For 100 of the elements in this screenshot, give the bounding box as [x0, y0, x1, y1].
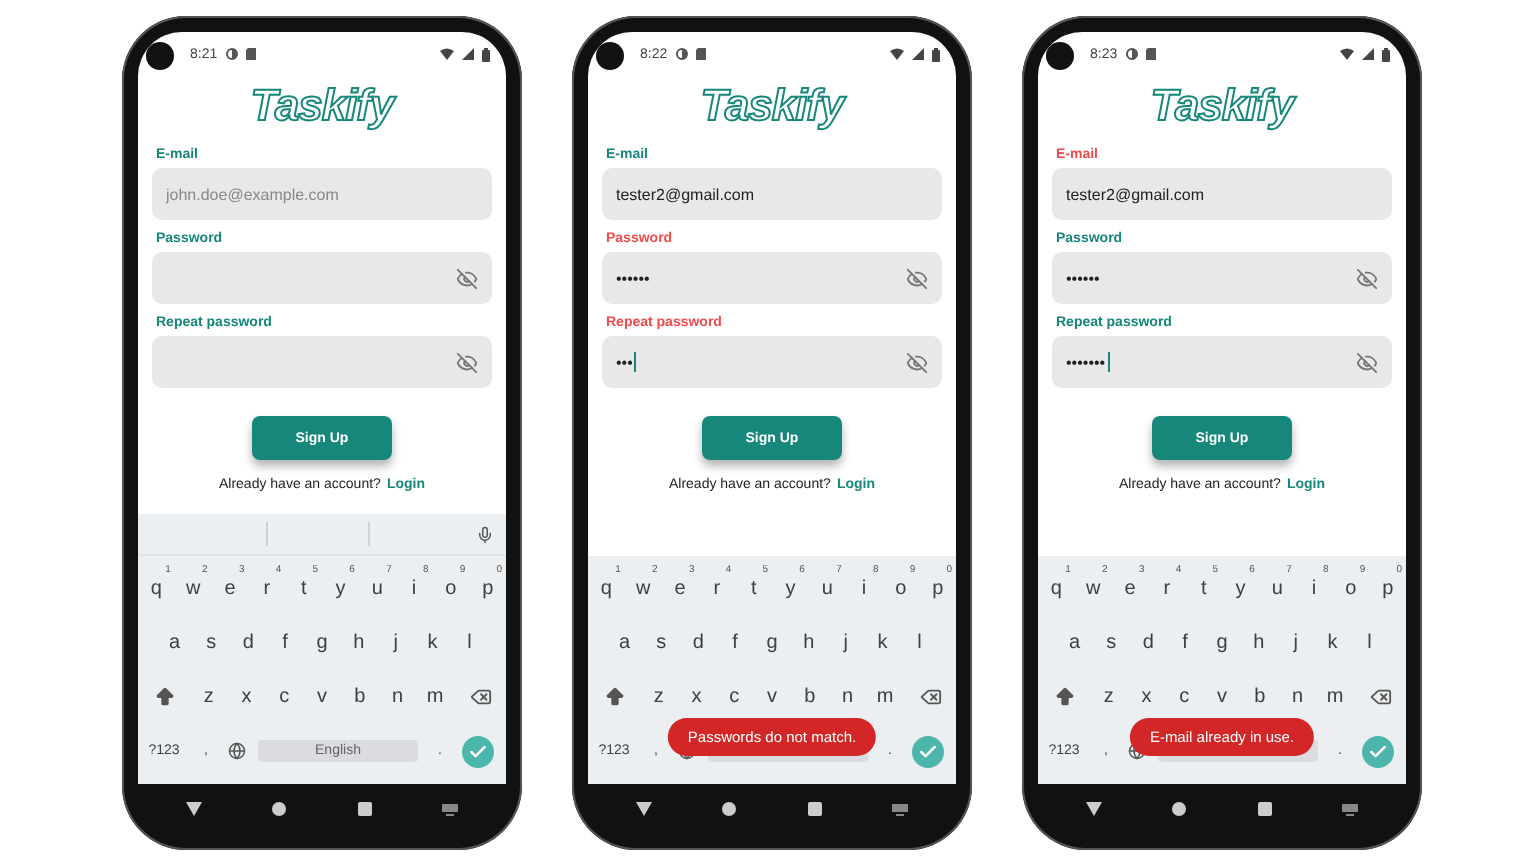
- keyboard-key[interactable]: x: [1127, 670, 1166, 724]
- eye-off-icon[interactable]: [906, 351, 928, 373]
- eye-off-icon[interactable]: [456, 267, 478, 289]
- keyboard-key[interactable]: m: [416, 670, 455, 724]
- keyboard-key[interactable]: l: [901, 616, 938, 670]
- sd-card-icon: [245, 48, 256, 60]
- keyboard-key[interactable]: n: [828, 670, 867, 724]
- password-field[interactable]: ••••••: [602, 252, 942, 304]
- keyboard-key[interactable]: j: [827, 616, 865, 670]
- keyboard-key[interactable]: s: [642, 616, 680, 670]
- signal-icon: [912, 48, 924, 60]
- keyboard-icon[interactable]: [1342, 803, 1359, 815]
- password-field[interactable]: •••••••: [1052, 336, 1392, 388]
- sd-card-icon: [695, 48, 706, 60]
- keyboard-key[interactable]: v: [303, 670, 341, 724]
- keyboard-key[interactable]: b: [1240, 670, 1279, 724]
- keyboard-key[interactable]: a: [1056, 616, 1093, 670]
- back-icon[interactable]: [185, 802, 202, 816]
- keyboard-key[interactable]: j: [377, 616, 415, 670]
- keyboard-key[interactable]: g: [1203, 616, 1241, 670]
- battery-icon: [1382, 47, 1390, 61]
- wifi-icon: [440, 48, 454, 60]
- email-field[interactable]: tester2@gmail.com: [602, 168, 942, 220]
- keyboard-key[interactable]: v: [753, 670, 791, 724]
- globe-icon[interactable]: [227, 742, 245, 760]
- password-field[interactable]: •••: [602, 336, 942, 388]
- eye-off-icon[interactable]: [906, 267, 928, 289]
- app-logo: Taskify: [250, 80, 394, 132]
- keyboard-key[interactable]: k: [1314, 616, 1351, 670]
- keyboard-key[interactable]: m: [866, 670, 905, 724]
- keyboard-key[interactable]: g: [303, 616, 341, 670]
- keyboard-icon[interactable]: [892, 803, 909, 815]
- signal-icon: [462, 48, 474, 60]
- battery-icon: [932, 47, 940, 61]
- back-icon[interactable]: [1085, 802, 1102, 816]
- microphone-icon[interactable]: [476, 525, 494, 543]
- keyboard-key[interactable]: s: [1092, 616, 1130, 670]
- keyboard-key[interactable]: b: [340, 670, 379, 724]
- keyboard-key[interactable]: l: [451, 616, 488, 670]
- backspace-icon[interactable]: [469, 686, 492, 708]
- recents-icon[interactable]: [357, 802, 372, 816]
- shift-icon[interactable]: [603, 686, 625, 708]
- circle-half-icon: [1125, 48, 1138, 60]
- keyboard-key[interactable]: b: [790, 670, 829, 724]
- keyboard-key[interactable]: h: [340, 616, 378, 670]
- keyboard-key[interactable]: x: [677, 670, 716, 724]
- wifi-icon: [1340, 48, 1354, 60]
- keyboard-key[interactable]: d: [679, 616, 717, 670]
- keyboard-key[interactable]: v: [1203, 670, 1241, 724]
- keyboard-key[interactable]: j: [1277, 616, 1315, 670]
- keyboard-key[interactable]: c: [715, 670, 754, 724]
- password-field[interactable]: [152, 336, 492, 388]
- home-icon[interactable]: [1172, 802, 1187, 816]
- wifi-icon: [890, 48, 904, 60]
- backspace-icon[interactable]: [1369, 686, 1392, 708]
- keyboard-key[interactable]: n: [378, 670, 417, 724]
- keyboard-key[interactable]: f: [266, 616, 304, 670]
- app-logo: Taskify: [700, 80, 844, 132]
- keyboard-key[interactable]: k: [414, 616, 451, 670]
- shift-icon[interactable]: [1053, 686, 1075, 708]
- backspace-icon[interactable]: [919, 686, 942, 708]
- camera-icon: [146, 42, 174, 70]
- keyboard-key[interactable]: a: [156, 616, 193, 670]
- keyboard-key[interactable]: d: [1129, 616, 1167, 670]
- keyboard-key[interactable]: f: [1166, 616, 1204, 670]
- keyboard-key[interactable]: c: [1165, 670, 1204, 724]
- keyboard-key[interactable]: g: [753, 616, 791, 670]
- keyboard-icon[interactable]: [442, 803, 459, 815]
- keyboard-key[interactable]: a: [606, 616, 643, 670]
- keyboard-key[interactable]: d: [229, 616, 267, 670]
- keyboard-key[interactable]: z: [1090, 670, 1128, 724]
- keyboard-key[interactable]: c: [265, 670, 304, 724]
- camera-icon: [596, 42, 624, 70]
- keyboard-key[interactable]: z: [190, 670, 228, 724]
- recents-icon[interactable]: [1257, 802, 1272, 816]
- keyboard-key[interactable]: h: [1240, 616, 1278, 670]
- keyboard-key[interactable]: k: [864, 616, 901, 670]
- circle-half-icon: [225, 48, 238, 60]
- back-icon[interactable]: [635, 802, 652, 816]
- battery-icon: [482, 47, 490, 61]
- eye-off-icon[interactable]: [456, 351, 478, 373]
- keyboard-key[interactable]: l: [1351, 616, 1388, 670]
- eye-off-icon[interactable]: [1356, 267, 1378, 289]
- password-field[interactable]: ••••••: [1052, 252, 1392, 304]
- recents-icon[interactable]: [807, 802, 822, 816]
- home-icon[interactable]: [272, 802, 287, 816]
- home-icon[interactable]: [722, 802, 737, 816]
- keyboard-key[interactable]: s: [192, 616, 230, 670]
- shift-icon[interactable]: [153, 686, 175, 708]
- keyboard-key[interactable]: x: [227, 670, 266, 724]
- password-field[interactable]: [152, 252, 492, 304]
- keyboard-key[interactable]: h: [790, 616, 828, 670]
- check-icon: [918, 741, 938, 761]
- check-icon: [468, 741, 488, 761]
- keyboard-key[interactable]: z: [640, 670, 678, 724]
- keyboard-key[interactable]: m: [1316, 670, 1355, 724]
- keyboard-key[interactable]: n: [1278, 670, 1317, 724]
- keyboard-key[interactable]: f: [716, 616, 754, 670]
- eye-off-icon[interactable]: [1356, 351, 1378, 373]
- email-field[interactable]: tester2@gmail.com: [1052, 168, 1392, 220]
